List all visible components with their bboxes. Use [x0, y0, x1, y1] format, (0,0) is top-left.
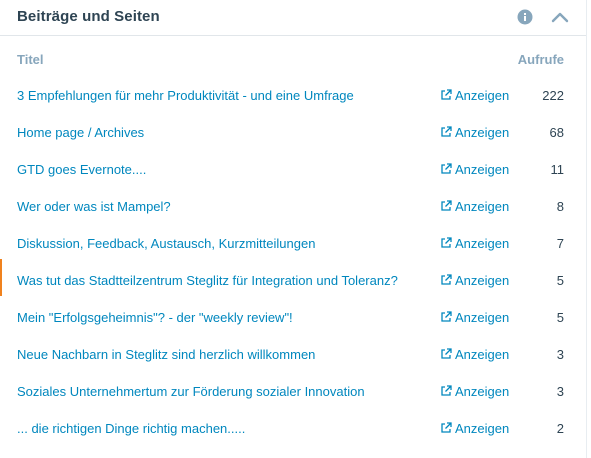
view-count: 3	[556, 384, 564, 399]
view-count: 68	[549, 125, 564, 140]
list-item: Wer oder was ist Mampel? Anzeigen 8	[0, 189, 586, 226]
view-count: 3	[556, 347, 564, 362]
column-header-title: Titel	[17, 52, 44, 67]
view-link-label: Anzeigen	[455, 236, 510, 251]
post-title-link[interactable]: Neue Nachbarn in Steglitz sind herzlich …	[17, 347, 315, 362]
post-title-link[interactable]: Wer oder was ist Mampel?	[17, 199, 171, 214]
post-list: 3 Empfehlungen für mehr Produktivität - …	[0, 78, 586, 448]
post-title-link[interactable]: GTD goes Evernote....	[17, 162, 146, 177]
external-link-icon	[441, 200, 452, 211]
view-count: 7	[556, 236, 564, 251]
view-link-label: Anzeigen	[455, 273, 510, 288]
posts-pages-panel: Beiträge und Seiten Titel Aufrufe 3 Empf…	[0, 0, 587, 458]
view-count: 5	[556, 310, 564, 325]
view-link[interactable]: Anzeigen	[440, 162, 509, 177]
view-count: 2	[556, 421, 564, 436]
view-link-label: Anzeigen	[455, 384, 510, 399]
view-link-label: Anzeigen	[455, 347, 510, 362]
external-link-icon	[441, 348, 452, 359]
panel-title: Beiträge und Seiten	[17, 8, 160, 25]
external-link-icon	[441, 385, 452, 396]
panel-header: Beiträge und Seiten	[0, 0, 586, 36]
view-count: 222	[542, 88, 564, 103]
post-title-link[interactable]: Soziales Unternehmertum zur Förderung so…	[17, 384, 365, 399]
view-link-label: Anzeigen	[455, 421, 510, 436]
view-link[interactable]: Anzeigen	[440, 236, 509, 251]
external-link-icon	[441, 237, 452, 248]
view-link-label: Anzeigen	[455, 199, 510, 214]
view-link[interactable]: Anzeigen	[440, 310, 509, 325]
external-link-icon	[441, 126, 452, 137]
column-header-views: Aufrufe	[517, 52, 564, 67]
view-count: 8	[556, 199, 564, 214]
info-icon[interactable]	[517, 9, 533, 25]
post-title-link[interactable]: 3 Empfehlungen für mehr Produktivität - …	[17, 88, 354, 103]
view-count: 5	[556, 273, 564, 288]
external-link-icon	[441, 274, 452, 285]
external-link-icon	[441, 163, 452, 174]
view-link[interactable]: Anzeigen	[440, 199, 509, 214]
list-item: Mein "Erfolgsgeheimnis"? - der "weekly r…	[0, 300, 586, 337]
list-item: 3 Empfehlungen für mehr Produktivität - …	[0, 78, 586, 115]
list-item: Soziales Unternehmertum zur Förderung so…	[0, 374, 586, 411]
list-item: GTD goes Evernote.... Anzeigen 11	[0, 152, 586, 189]
post-title-link[interactable]: Home page / Archives	[17, 125, 144, 140]
external-link-icon	[441, 422, 452, 433]
view-link-label: Anzeigen	[455, 162, 510, 177]
view-link[interactable]: Anzeigen	[440, 384, 509, 399]
post-title-link[interactable]: ... die richtigen Dinge richtig machen..…	[17, 421, 245, 436]
list-item: ... die richtigen Dinge richtig machen..…	[0, 411, 586, 448]
view-link[interactable]: Anzeigen	[440, 125, 509, 140]
view-count: 11	[550, 162, 565, 177]
view-link-label: Anzeigen	[455, 125, 510, 140]
post-title-link[interactable]: Was tut das Stadtteilzentrum Steglitz fü…	[17, 273, 398, 288]
chevron-up-icon[interactable]	[550, 10, 570, 24]
view-link[interactable]: Anzeigen	[440, 347, 509, 362]
view-link-label: Anzeigen	[455, 88, 510, 103]
list-item: Home page / Archives Anzeigen 68	[0, 115, 586, 152]
view-link-label: Anzeigen	[455, 310, 510, 325]
view-link[interactable]: Anzeigen	[440, 273, 509, 288]
external-link-icon	[441, 89, 452, 100]
list-item: Neue Nachbarn in Steglitz sind herzlich …	[0, 337, 586, 374]
post-title-link[interactable]: Mein "Erfolgsgeheimnis"? - der "weekly r…	[17, 310, 293, 325]
list-item: Was tut das Stadtteilzentrum Steglitz fü…	[0, 259, 586, 300]
view-link[interactable]: Anzeigen	[440, 88, 509, 103]
post-title-link[interactable]: Diskussion, Feedback, Austausch, Kurzmit…	[17, 236, 315, 251]
view-link[interactable]: Anzeigen	[440, 421, 509, 436]
list-item: Diskussion, Feedback, Austausch, Kurzmit…	[0, 226, 586, 263]
external-link-icon	[441, 311, 452, 322]
